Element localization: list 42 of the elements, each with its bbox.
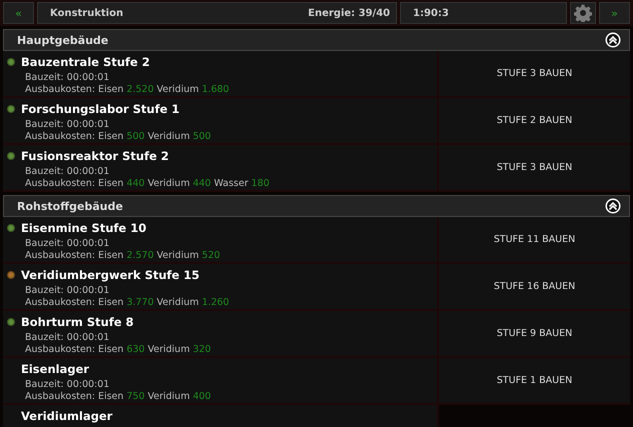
build-time: Bauzeit: 00:00:01 <box>25 166 110 178</box>
build-time: Bauzeit: 00:00:01 <box>25 238 110 250</box>
build-button[interactable]: STUFE 3 BAUEN <box>492 66 576 81</box>
coordinates: 1:90:3 <box>413 8 449 18</box>
energy-counter: Energie: 39/40 <box>308 8 390 18</box>
upgrade-costs: Ausbaukosten: Eisen 500 Veridium 500 <box>25 131 212 143</box>
settings-icon <box>574 4 592 22</box>
build-time: Bauzeit: 00:00:01 <box>25 379 110 391</box>
build-button[interactable]: STUFE 11 BAUEN <box>490 232 580 247</box>
building-name: Bohrturm Stufe 8 <box>21 315 134 329</box>
collapse-icon[interactable] <box>605 198 621 214</box>
upgrade-costs: Ausbaukosten: Eisen 750 Veridium 400 <box>25 391 212 403</box>
upgrade-costs: Ausbaukosten: Eisen 2.570 Veridium 520 <box>25 250 222 262</box>
build-button[interactable]: STUFE 9 BAUEN <box>492 326 576 341</box>
build-time: Bauzeit: 00:00:01 <box>25 332 110 344</box>
build-time: Bauzeit: 00:00:01 <box>25 119 110 131</box>
building-name: Eisenlager <box>21 362 90 376</box>
section-header[interactable]: Rohstoffgebäude <box>3 195 630 217</box>
upgrade-costs: Ausbaukosten: Eisen 3.770 Veridium 1.260 <box>25 297 230 309</box>
settings-button[interactable] <box>570 2 596 24</box>
building-name: Veridiumbergwerk Stufe 15 <box>21 268 200 282</box>
upgrade-costs: Ausbaukosten: Eisen 630 Veridium 320 <box>25 344 212 356</box>
previous-button[interactable]: « <box>3 2 34 24</box>
building-name: Veridiumlager <box>21 409 112 423</box>
build-time: Bauzeit: 00:00:01 <box>25 285 110 297</box>
build-button[interactable]: STUFE 2 BAUEN <box>492 113 576 128</box>
upgrade-costs: Ausbaukosten: Eisen 440 Veridium 440 Wasser 180 <box>25 178 270 190</box>
upgrade-costs: Ausbaukosten: Eisen 2.520 Veridium 1.680 <box>25 84 230 96</box>
build-button[interactable]: STUFE 16 BAUEN <box>490 279 580 294</box>
building-name: Eisenmine Stufe 10 <box>21 221 146 235</box>
page-title: Konstruktion <box>50 8 124 18</box>
next-button[interactable]: » <box>599 2 630 24</box>
building-name: Bauzentrale Stufe 2 <box>21 55 150 69</box>
building-name: Fusionsreaktor Stufe 2 <box>21 149 169 163</box>
build-time: Bauzeit: 00:00:01 <box>25 72 110 84</box>
build-button[interactable]: STUFE 1 BAUEN <box>492 373 576 388</box>
build-button[interactable]: STUFE 3 BAUEN <box>492 160 576 175</box>
section-title: Hauptgebäude <box>17 34 108 46</box>
section-title: Rohstoffgebäude <box>17 200 123 212</box>
section-header[interactable]: Hauptgebäude <box>3 29 630 51</box>
collapse-icon[interactable] <box>605 32 621 48</box>
building-name: Forschungslabor Stufe 1 <box>21 102 180 116</box>
